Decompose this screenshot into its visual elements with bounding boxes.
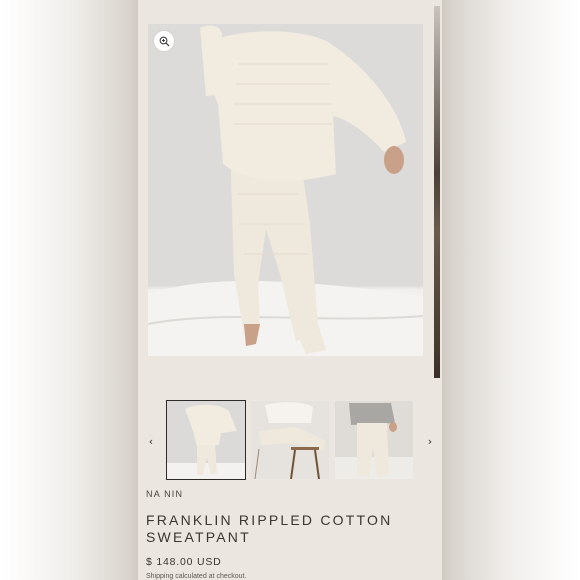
next-image-peek: [434, 6, 440, 378]
thumbnail-1[interactable]: [166, 400, 246, 480]
product-panel: ‹ › NA NIN FRANKLIN RIPPLED COTTON SWEAT…: [138, 0, 442, 580]
thumbnail-1-image: [167, 401, 245, 479]
shipping-note: Shipping calculated at checkout.: [146, 573, 247, 580]
chevron-left-icon[interactable]: ‹: [143, 433, 159, 449]
product-brand: NA NIN: [146, 489, 184, 499]
product-title: FRANKLIN RIPPLED COTTON SWEATPANT: [146, 512, 393, 545]
product-price: $ 148.00 USD: [146, 556, 222, 568]
product-photo: [148, 24, 423, 356]
zoom-in-icon: [159, 36, 169, 46]
chevron-right-icon[interactable]: ›: [422, 433, 438, 449]
thumbnail-3[interactable]: [335, 401, 413, 479]
thumbnail-carousel: ‹ ›: [138, 400, 442, 481]
thumbnail-3-image: [335, 401, 413, 479]
zoom-button[interactable]: [153, 30, 175, 52]
thumbnail-2[interactable]: [251, 401, 329, 479]
thumbnail-2-image: [251, 401, 329, 479]
product-main-image[interactable]: [148, 24, 423, 356]
